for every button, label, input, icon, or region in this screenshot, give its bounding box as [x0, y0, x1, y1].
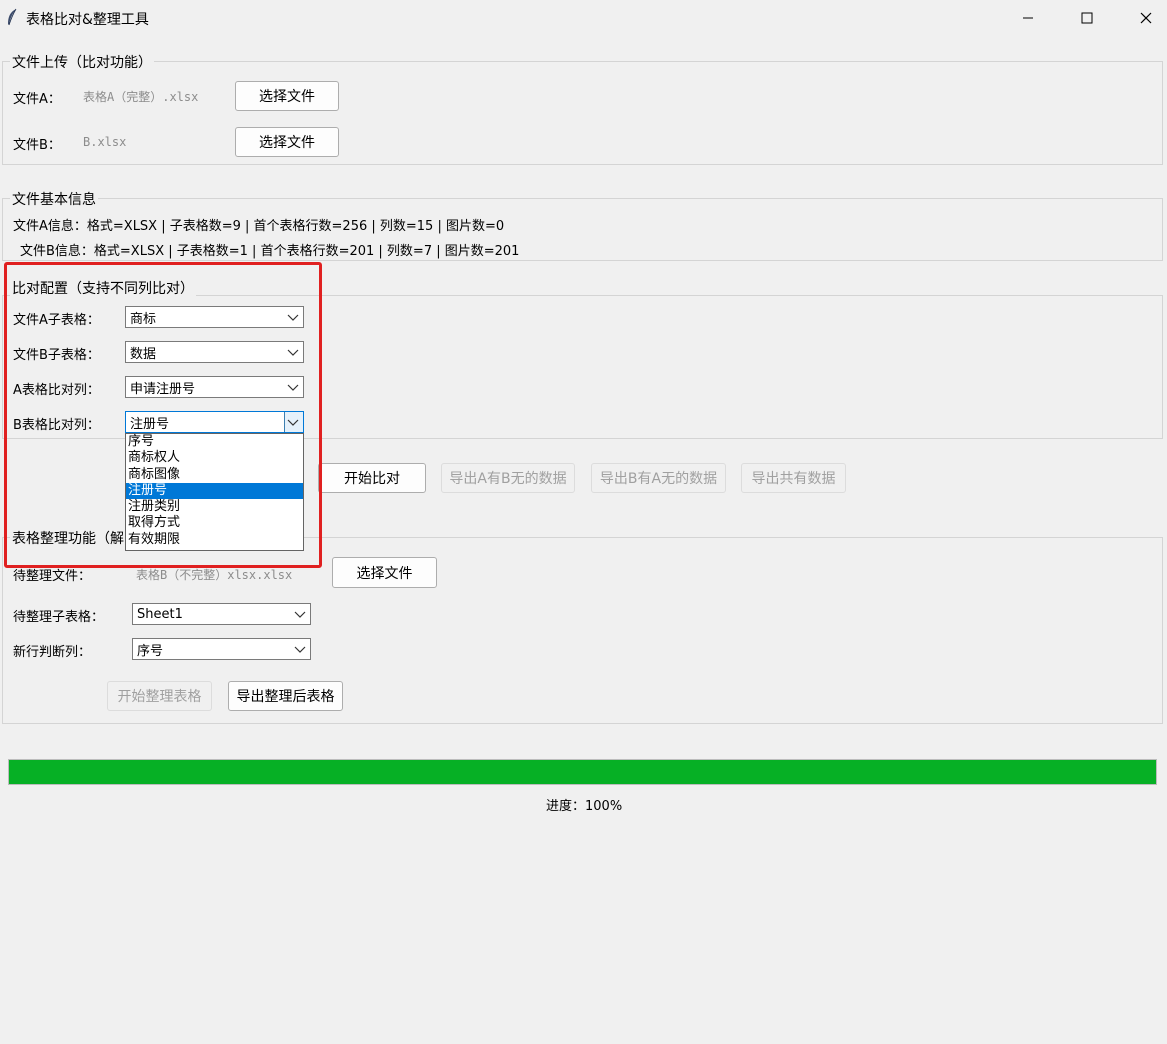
- newrow-label: 新行判断列：: [13, 645, 92, 660]
- maximize-button[interactable]: [1058, 0, 1116, 36]
- highlight-box: [4, 262, 322, 568]
- feather-icon: [8, 8, 17, 26]
- start-organize-button[interactable]: 开始整理表格: [107, 681, 212, 711]
- export-organized-button[interactable]: 导出整理后表格: [228, 681, 343, 711]
- newrow-value: 序号: [137, 643, 164, 659]
- progress-fill: [9, 760, 1156, 784]
- minimize-icon: [1023, 17, 1033, 19]
- close-button[interactable]: [1117, 0, 1167, 36]
- info-legend: 文件基本信息: [10, 189, 98, 209]
- progress-label: 进度：100%: [546, 799, 623, 814]
- file-b-info: 文件B信息：格式=XLSX | 子表格数=1 | 首个表格行数=201 | 列数…: [20, 244, 520, 259]
- close-icon: [1140, 12, 1152, 24]
- organize-choose-file-button[interactable]: 选择文件: [332, 557, 437, 588]
- newrow-select[interactable]: 序号: [132, 638, 311, 660]
- file-a-value: 表格A（完整）.xlsx: [83, 90, 199, 104]
- organize-sheet-select[interactable]: Sheet1: [132, 603, 311, 625]
- title-bar: 表格比对&整理工具: [0, 0, 1167, 36]
- chevron-down-icon: [294, 611, 306, 618]
- progress-bar: [8, 759, 1157, 785]
- choose-file-b-button[interactable]: 选择文件: [235, 127, 339, 157]
- upload-section: [2, 61, 1163, 165]
- file-b-value: B.xlsx: [83, 135, 127, 149]
- file-a-label: 文件A：: [13, 92, 61, 107]
- window-title: 表格比对&整理工具: [26, 12, 149, 28]
- export-b-only-button[interactable]: 导出B有A无的数据: [591, 463, 726, 493]
- upload-legend: 文件上传（比对功能）: [10, 52, 154, 72]
- organize-sheet-label: 待整理子表格：: [13, 610, 105, 625]
- minimize-button[interactable]: [999, 0, 1057, 36]
- export-common-button[interactable]: 导出共有数据: [741, 463, 846, 493]
- chevron-down-icon: [294, 646, 306, 653]
- maximize-icon: [1081, 12, 1093, 24]
- export-a-only-button[interactable]: 导出A有B无的数据: [441, 463, 575, 493]
- organize-file-value: 表格B（不完整）xlsx.xlsx: [136, 568, 293, 582]
- start-compare-button[interactable]: 开始比对: [318, 463, 426, 493]
- choose-file-a-button[interactable]: 选择文件: [235, 81, 339, 111]
- file-a-info: 文件A信息：格式=XLSX | 子表格数=9 | 首个表格行数=256 | 列数…: [13, 219, 505, 234]
- organize-sheet-value: Sheet1: [137, 606, 183, 622]
- file-b-label: 文件B：: [13, 138, 61, 153]
